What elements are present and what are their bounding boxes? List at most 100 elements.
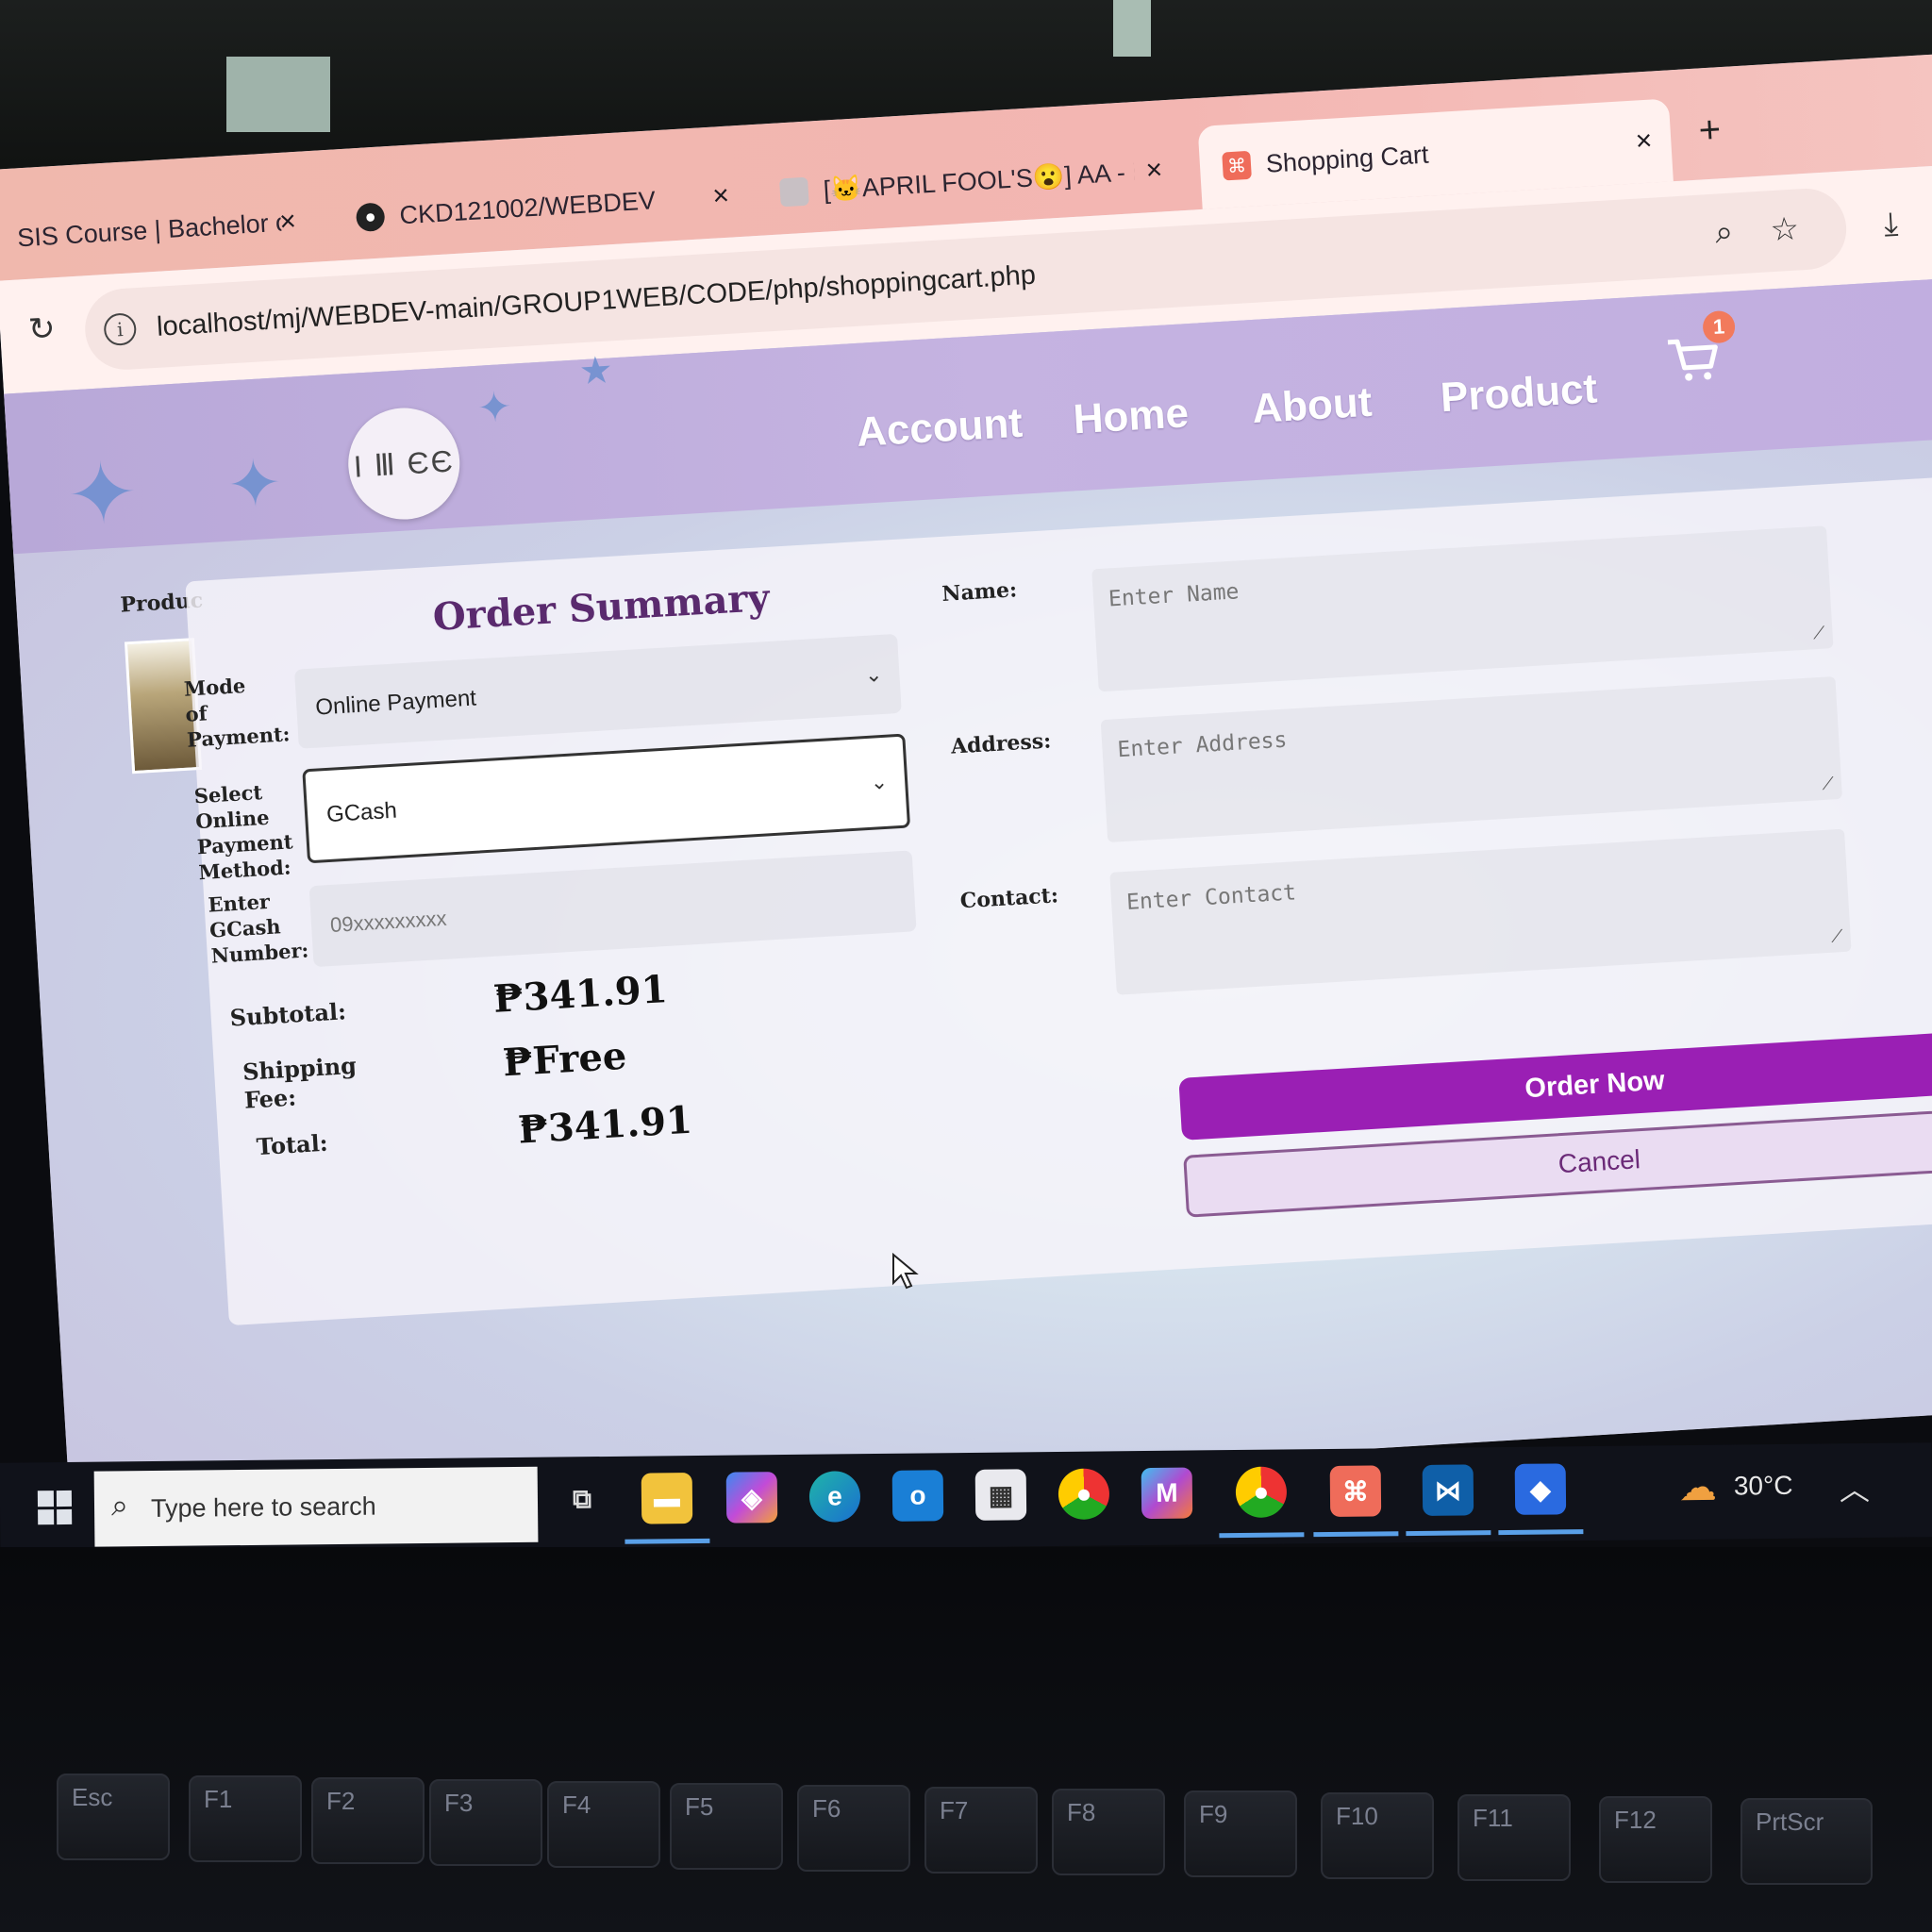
key-f11: F11 [1457, 1794, 1571, 1881]
key-f12: F12 [1599, 1796, 1712, 1883]
xampp-icon[interactable]: ⌘ [1329, 1465, 1382, 1517]
tab-title: SIS Course | Bachelor of Scien [16, 208, 282, 252]
tab-close-icon[interactable]: × [1145, 154, 1164, 187]
payment-method-value: GCash [325, 797, 398, 828]
nav-product[interactable]: Product [1440, 365, 1599, 422]
github-icon: ● [355, 202, 386, 233]
site-logo[interactable]: I Ⅲ ЄЄ [344, 405, 463, 523]
nav-account[interactable]: Account [856, 400, 1024, 457]
mode-of-payment-label: Mode of Payment: [183, 673, 291, 752]
download-icon[interactable]: ⤓ [1883, 206, 1899, 243]
tab-close-icon[interactable]: × [1635, 125, 1654, 158]
star-decoration-icon: ✦ [224, 445, 285, 523]
nav-about[interactable]: About [1251, 379, 1374, 433]
key-esc: Esc [57, 1774, 170, 1860]
xampp-icon: ⌘ [1222, 150, 1252, 181]
payment-method-label: Select Online Payment Method: [193, 780, 294, 885]
chevron-down-icon: ⌄ [869, 769, 889, 794]
star-decoration-icon: ✦ [475, 383, 514, 432]
subtotal-value: ₱341.91 [491, 967, 669, 1022]
key-f6: F6 [797, 1785, 910, 1872]
chrome-profile-icon[interactable]: ● [1235, 1466, 1288, 1519]
running-indicator [1498, 1529, 1584, 1536]
shipping-fee-label: Shipping Fee: [242, 1051, 358, 1114]
key-f5: F5 [670, 1783, 783, 1870]
site-info-icon[interactable]: i [103, 312, 138, 347]
m365-icon[interactable]: M [1141, 1467, 1193, 1520]
running-indicator [625, 1538, 710, 1544]
taskbar-search-placeholder: Type here to search [150, 1491, 376, 1523]
total-value: ₱341.91 [516, 1097, 694, 1153]
name-input[interactable]: Enter Name ⟋ [1091, 525, 1834, 692]
key-f1: F1 [189, 1775, 302, 1862]
weather-icon[interactable]: ☁ [1679, 1466, 1717, 1509]
order-summary-title: Order Summary [431, 575, 771, 640]
vscode-icon[interactable]: ⋈ [1422, 1464, 1474, 1516]
edge-icon[interactable]: e [808, 1471, 861, 1523]
mouse-cursor-icon [892, 1253, 919, 1290]
copilot-icon[interactable]: ◈ [725, 1472, 778, 1524]
outlook-icon[interactable]: o [891, 1470, 944, 1522]
tab-close-icon[interactable]: × [278, 206, 297, 239]
url-text: localhost/mj/WEBDEV-main/GROUP1WEB/CODE/… [156, 259, 1037, 342]
name-label: Name: [941, 577, 1018, 607]
chevron-down-icon: ⌄ [864, 661, 884, 687]
laptop-keyboard: Esc F1 F2 F3 F4 F5 F6 F7 F8 F9 F10 F11 F… [0, 1547, 1932, 1932]
running-indicator [1313, 1531, 1399, 1538]
mode-of-payment-select[interactable]: Online Payment ⌄ [293, 633, 902, 749]
address-label: Address: [950, 728, 1052, 759]
reload-icon[interactable]: ↻ [27, 309, 57, 349]
tab-title: Shopping Cart [1265, 140, 1430, 178]
windows-taskbar: ⌕ Type here to search ⧉ ▬ ◈ e o ▦ ● M ● … [0, 1442, 1932, 1557]
store-icon[interactable]: ▦ [974, 1469, 1027, 1521]
shipping-fee-value: ₱Free [501, 1033, 628, 1086]
chrome-icon[interactable]: ● [1058, 1468, 1110, 1520]
search-icon: ⌕ [110, 1488, 129, 1523]
chevron-up-icon[interactable]: ︿ [1840, 1466, 1870, 1509]
subtotal-label: Subtotal: [228, 997, 347, 1032]
running-indicator [1406, 1530, 1491, 1537]
address-placeholder: Enter Address [1116, 727, 1289, 763]
key-f10: F10 [1321, 1792, 1434, 1879]
windows-start-icon[interactable] [37, 1490, 73, 1525]
taskbar-search-input[interactable]: ⌕ Type here to search [93, 1466, 539, 1547]
key-f4: F4 [547, 1781, 660, 1868]
running-indicator [1219, 1532, 1305, 1539]
address-input[interactable]: Enter Address ⟋ [1100, 675, 1842, 843]
nav-home[interactable]: Home [1072, 390, 1190, 443]
key-f7: F7 [924, 1787, 1038, 1874]
contact-placeholder: Enter Contact [1125, 880, 1297, 915]
contact-input[interactable]: Enter Contact ⟋ [1109, 828, 1852, 995]
payment-method-select[interactable]: GCash ⌄ [302, 733, 911, 864]
photo-scene: SIS Course | Bachelor of Scien × ● CKD12… [0, 0, 1932, 1932]
key-f2: F2 [311, 1777, 425, 1864]
window-light-2 [1113, 0, 1151, 57]
total-label: Total: [256, 1128, 329, 1161]
page-icon [779, 176, 809, 208]
resize-grip-icon[interactable]: ⟋ [1812, 624, 1825, 644]
new-tab-button[interactable]: + [1697, 108, 1722, 152]
star-decoration-icon: ★ [577, 349, 614, 393]
contact-label: Contact: [959, 883, 1059, 914]
key-f3: F3 [429, 1779, 542, 1866]
tab-title: CKD121002/WEBDEV [398, 185, 657, 229]
roblox-icon[interactable]: ◆ [1514, 1463, 1567, 1515]
resize-grip-icon[interactable]: ⟋ [1822, 774, 1835, 794]
tab-close-icon[interactable]: × [712, 180, 731, 213]
laptop-screen: SIS Course | Bachelor of Scien × ● CKD12… [0, 53, 1932, 1526]
web-page: ✦ ✦ ✦ ★ I Ⅲ ЄЄ Account Home About Produc… [4, 277, 1932, 1526]
task-view-icon[interactable]: ⧉ [557, 1474, 608, 1525]
resize-grip-icon[interactable]: ⟋ [1830, 926, 1843, 947]
order-summary-modal: Order Summary Mode of Payment: Online Pa… [183, 476, 1932, 1326]
zoom-icon[interactable]: ⌕ [1714, 214, 1734, 252]
gcash-number-label: Enter GCash Number: [207, 889, 309, 968]
bookmark-star-icon[interactable]: ☆ [1769, 209, 1801, 249]
name-placeholder: Enter Name [1108, 579, 1241, 612]
key-f9: F9 [1184, 1790, 1297, 1877]
gcash-number-input[interactable]: 09xxxxxxxxx [308, 850, 917, 968]
key-f8: F8 [1052, 1789, 1165, 1875]
temperature-text: 30°C [1733, 1470, 1793, 1501]
file-explorer-icon[interactable]: ▬ [641, 1473, 693, 1524]
window-light [226, 57, 330, 132]
star-decoration-icon: ✦ [63, 445, 141, 544]
